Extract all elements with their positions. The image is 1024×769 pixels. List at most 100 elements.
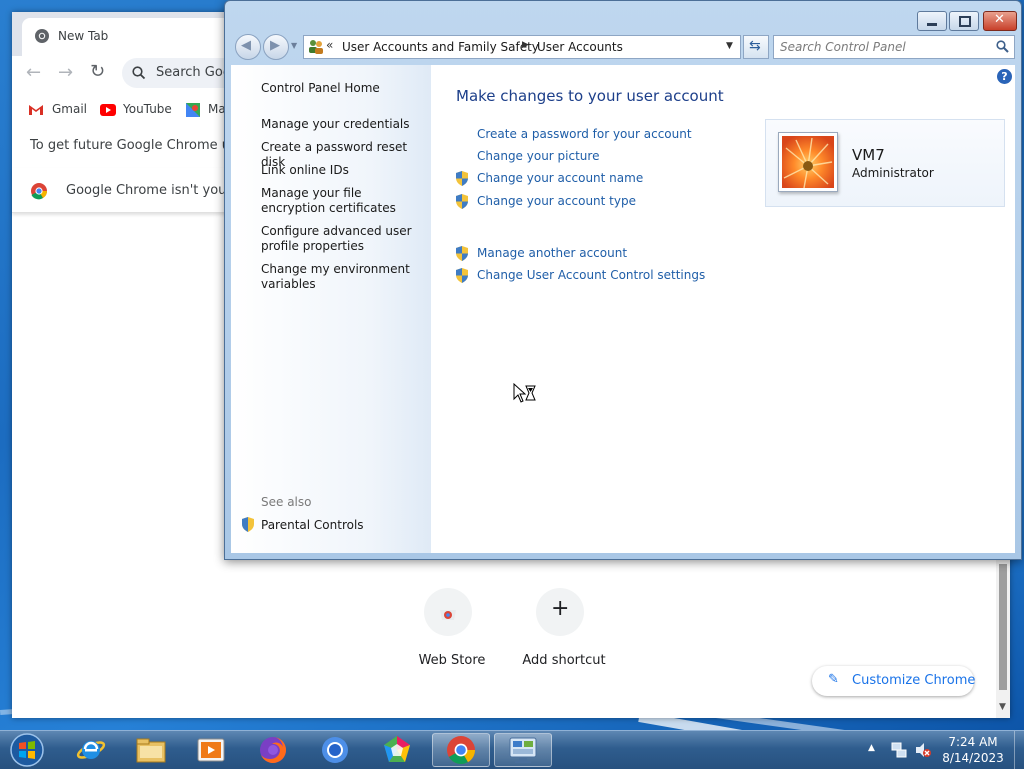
tasks-sidebar: Control Panel Home Manage your credentia… bbox=[231, 65, 431, 553]
uac-shield-icon bbox=[456, 246, 468, 261]
uac-shield-icon bbox=[456, 268, 468, 283]
back-arrow-icon: ◀ bbox=[241, 38, 251, 53]
task-create-password[interactable]: Create a password for your account bbox=[477, 127, 692, 141]
avatar bbox=[778, 132, 838, 192]
shortcut-add[interactable]: + Add shortcut bbox=[516, 588, 606, 678]
omnibox-placeholder: Search Goo bbox=[156, 65, 231, 80]
user-name: VM7 bbox=[852, 146, 885, 164]
user-account-card: VM7 Administrator bbox=[765, 119, 1005, 207]
network-icon[interactable] bbox=[890, 741, 908, 759]
chromium-icon bbox=[322, 737, 348, 763]
clock-date: 8/14/2023 bbox=[942, 751, 1004, 765]
uac-shield-icon bbox=[456, 171, 468, 186]
shortcut-label: Add shortcut bbox=[522, 653, 606, 668]
breadcrumb-separator-icon[interactable]: ▶ bbox=[522, 40, 529, 50]
task-uac-settings[interactable]: Change User Account Control settings bbox=[477, 268, 705, 282]
sidebar-link-environment[interactable]: Change my environment variables bbox=[261, 262, 421, 292]
breadcrumb-overflow-icon[interactable]: « bbox=[326, 38, 333, 52]
page-title: Make changes to your user account bbox=[456, 87, 724, 105]
sidebar-link-profile[interactable]: Configure advanced user profile properti… bbox=[261, 224, 421, 254]
tab-new-tab[interactable]: New Tab bbox=[22, 18, 252, 56]
bookmark-label: YouTube bbox=[123, 102, 172, 116]
shortcut-web-store[interactable]: Web Store bbox=[408, 588, 496, 678]
plus-icon: + bbox=[551, 596, 570, 621]
user-accounts-icon bbox=[309, 40, 323, 54]
customize-chrome-button[interactable]: ✎ Customize Chrome bbox=[812, 666, 975, 696]
address-dropdown-icon[interactable]: ▼ bbox=[726, 41, 733, 51]
scrollbar-thumb[interactable] bbox=[999, 564, 1007, 690]
maps-icon bbox=[186, 103, 200, 117]
help-icon[interactable]: ? bbox=[997, 69, 1012, 84]
parental-controls-link[interactable]: Parental Controls bbox=[261, 518, 421, 533]
sidebar-link-encryption[interactable]: Manage your file encryption certificates bbox=[261, 186, 421, 216]
chrome-logo-icon bbox=[35, 29, 49, 43]
media-player-icon bbox=[197, 738, 225, 762]
search-placeholder: Search Control Panel bbox=[780, 40, 906, 54]
forward-arrow-icon: ▶ bbox=[270, 38, 280, 53]
web-store-icon bbox=[440, 610, 456, 620]
task-manage-another-account[interactable]: Manage another account bbox=[477, 246, 627, 260]
start-button[interactable] bbox=[0, 733, 54, 767]
maximize-button[interactable] bbox=[949, 11, 979, 31]
gmail-icon bbox=[29, 105, 43, 115]
chrome-color-icon bbox=[31, 183, 48, 200]
shortcut-label: Web Store bbox=[418, 653, 486, 668]
start-orb-icon bbox=[10, 733, 44, 767]
tab-title: New Tab bbox=[58, 29, 109, 43]
search-control-panel-input[interactable]: Search Control Panel bbox=[773, 35, 1015, 59]
taskbar-internet-explorer[interactable] bbox=[64, 733, 118, 767]
chrome-icon bbox=[447, 736, 475, 764]
back-button[interactable]: ◀ bbox=[235, 34, 261, 60]
flower-avatar-icon bbox=[782, 136, 834, 188]
show-hidden-icons-icon[interactable]: ▲ bbox=[868, 743, 875, 753]
task-change-account-name[interactable]: Change your account name bbox=[477, 171, 643, 185]
pencil-icon: ✎ bbox=[828, 672, 839, 687]
refresh-icon: ⇆ bbox=[749, 38, 761, 54]
control-panel-content: Control Panel Home Manage your credentia… bbox=[231, 65, 1015, 553]
user-role: Administrator bbox=[852, 166, 934, 180]
breadcrumb-family-safety[interactable]: User Accounts and Family Safety bbox=[342, 40, 539, 54]
bookmark-label: Gmail bbox=[52, 102, 88, 116]
update-infobar-text: To get future Google Chrome upd bbox=[30, 138, 247, 153]
see-also-heading: See also bbox=[261, 495, 312, 509]
taskbar-chromium[interactable] bbox=[308, 733, 362, 767]
search-icon[interactable] bbox=[996, 40, 1009, 53]
sidebar-link-credentials[interactable]: Manage your credentials bbox=[261, 117, 421, 132]
scroll-down-arrow-icon[interactable]: ▼ bbox=[999, 702, 1006, 712]
back-arrow-icon[interactable]: ← bbox=[26, 62, 41, 83]
youtube-icon bbox=[100, 104, 116, 116]
close-button[interactable]: ✕ bbox=[983, 11, 1017, 31]
breadcrumb-user-accounts[interactable]: User Accounts bbox=[537, 40, 623, 54]
busy-cursor-icon bbox=[513, 383, 536, 403]
taskbar: ▲ 7:24 AM 8/14/2023 bbox=[0, 730, 1024, 769]
control-panel-home-link[interactable]: Control Panel Home bbox=[261, 81, 421, 96]
refresh-button[interactable]: ⇆ bbox=[743, 35, 769, 59]
close-icon: ✕ bbox=[994, 12, 1005, 27]
volume-muted-icon[interactable] bbox=[914, 741, 932, 759]
taskbar-control-panel[interactable] bbox=[494, 733, 552, 767]
taskbar-file-explorer[interactable] bbox=[124, 733, 178, 767]
address-bar[interactable]: « User Accounts and Family Safety ▶ User… bbox=[303, 35, 741, 59]
reload-icon[interactable]: ↻ bbox=[90, 61, 105, 82]
taskbar-paint-app[interactable] bbox=[370, 733, 424, 767]
forward-arrow-icon[interactable]: → bbox=[58, 62, 73, 83]
uac-shield-icon bbox=[456, 194, 468, 209]
recent-pages-chevron-icon[interactable]: ▼ bbox=[291, 41, 297, 50]
task-change-account-type[interactable]: Change your account type bbox=[477, 194, 636, 208]
task-change-picture[interactable]: Change your picture bbox=[477, 149, 599, 163]
taskbar-media-player[interactable] bbox=[184, 733, 238, 767]
shortcut-tile bbox=[424, 588, 472, 636]
internet-explorer-icon bbox=[76, 741, 106, 759]
control-panel-window: ✕ ◀ ▶ ▼ « User Accounts and Family Safet… bbox=[224, 0, 1022, 560]
forward-button[interactable]: ▶ bbox=[263, 34, 289, 60]
default-browser-text: Google Chrome isn't your d bbox=[66, 183, 245, 198]
show-desktop-button[interactable] bbox=[1014, 731, 1024, 769]
minimize-button[interactable] bbox=[917, 11, 947, 31]
taskbar-chrome[interactable] bbox=[432, 733, 490, 767]
file-explorer-icon bbox=[136, 738, 166, 763]
control-panel-icon bbox=[509, 737, 537, 763]
taskbar-firefox[interactable] bbox=[246, 733, 300, 767]
sidebar-link-online-ids[interactable]: Link online IDs bbox=[261, 163, 421, 178]
uac-shield-icon bbox=[242, 517, 254, 532]
clock[interactable]: 7:24 AM 8/14/2023 bbox=[936, 733, 1010, 767]
